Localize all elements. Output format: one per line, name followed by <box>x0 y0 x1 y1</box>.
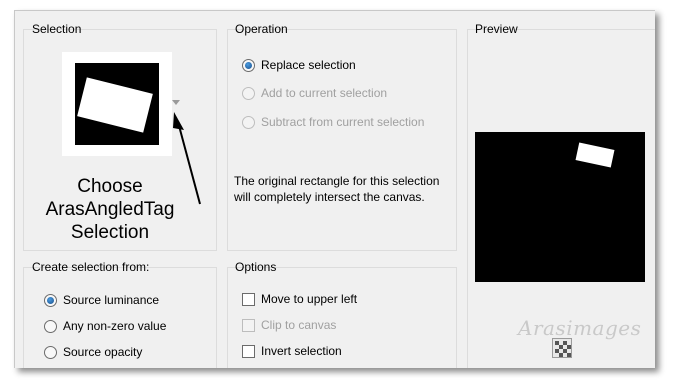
any-non-zero-value-radio[interactable]: Any non-zero value <box>44 319 166 333</box>
clip-to-canvas-checkbox[interactable]: Clip to canvas <box>242 318 336 332</box>
checkbox-indicator[interactable] <box>242 344 255 358</box>
operation-group-title: Operation <box>235 22 288 36</box>
annotation-line: ArasAngledTag <box>45 199 175 220</box>
source-luminance-radio[interactable]: Source luminance <box>44 293 159 307</box>
radio-indicator[interactable] <box>44 345 57 359</box>
chevron-down-icon[interactable] <box>172 100 180 105</box>
radio-label: Source luminance <box>63 293 160 307</box>
checkbox-label: Move to upper left <box>261 292 358 306</box>
invert-selection-checkbox[interactable]: Invert selection <box>242 344 342 358</box>
radio-indicator[interactable] <box>242 86 255 100</box>
add-to-current-selection-radio[interactable]: Add to current selection <box>242 86 387 100</box>
thumbnail-canvas <box>75 63 159 145</box>
selection-group-title: Selection <box>32 22 82 36</box>
subtract-from-current-selection-radio[interactable]: Subtract from current selection <box>242 115 424 129</box>
preview-selection-shape <box>575 142 615 168</box>
radio-label: Any non-zero value <box>63 319 167 333</box>
checkbox-label: Clip to canvas <box>261 318 337 332</box>
options-group-title: Options <box>235 260 277 274</box>
radio-indicator[interactable] <box>242 58 255 72</box>
annotation-line: Choose <box>77 176 143 197</box>
radio-label: Subtract from current selection <box>261 115 425 129</box>
selection-thumbnail[interactable] <box>62 52 172 156</box>
radio-label: Add to current selection <box>261 86 388 100</box>
checkbox-indicator[interactable] <box>242 292 255 306</box>
checkerboard-icon[interactable] <box>552 338 572 358</box>
source-opacity-radio[interactable]: Source opacity <box>44 345 142 359</box>
checkbox-label: Invert selection <box>261 344 342 358</box>
move-to-upper-left-checkbox[interactable]: Move to upper left <box>242 292 357 306</box>
radio-label: Replace selection <box>261 58 356 72</box>
create-from-group-title: Create selection from: <box>32 260 150 274</box>
radio-indicator[interactable] <box>44 319 57 333</box>
replace-selection-radio[interactable]: Replace selection <box>242 58 356 72</box>
radio-indicator[interactable] <box>242 115 255 129</box>
radio-indicator[interactable] <box>44 293 57 307</box>
checkbox-indicator[interactable] <box>242 318 255 332</box>
thumbnail-selection-shape <box>77 77 153 133</box>
annotation-line: Selection <box>70 222 150 243</box>
operation-description: The original rectangle for this selectio… <box>234 174 440 204</box>
preview-canvas <box>475 132 645 282</box>
watermark-text: Arasimages <box>518 316 642 340</box>
annotation-text: Choose ArasAngledTag Selection <box>40 175 180 244</box>
preview-group-title: Preview <box>475 22 518 36</box>
radio-label: Source opacity <box>63 345 143 359</box>
